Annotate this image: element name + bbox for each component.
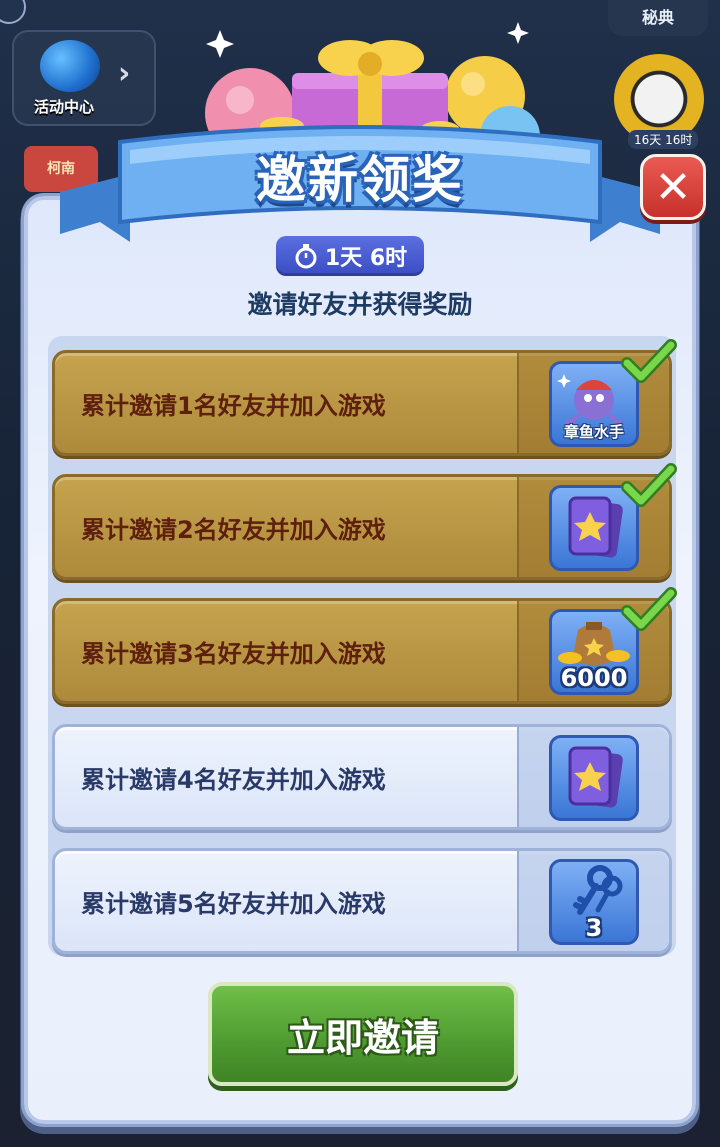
task-row-5: 累计邀请5名好友并加入游戏 3 [52,848,672,954]
task-row-3: 累计邀请3名好友并加入游戏 6000 [52,587,677,704]
blue-key-icon[interactable]: 3 [549,859,639,945]
check-icon [621,339,677,383]
close-button[interactable]: ✕ [640,154,706,220]
secret-button[interactable]: 秘典 [608,0,708,36]
task-row-2: 累计邀请2名好友并加入游戏 [52,463,677,580]
globe-icon [40,40,100,92]
reward-name: 章鱼水手 [563,423,624,441]
purple-star-card-icon[interactable] [549,735,639,821]
close-icon: ✕ [654,161,692,213]
invite-now-button[interactable]: 立即邀请 [208,982,518,1086]
reward-slot [517,727,669,827]
check-icon [621,463,677,507]
task-list: 累计邀请1名好友并加入游戏 章鱼水手 累计邀请2名好友并加入游戏 累计邀请3名好… [48,336,677,956]
corner-badge [0,0,26,24]
check-icon [621,587,677,631]
reward-slot: 章鱼水手 [517,339,677,453]
task-label: 累计邀请1名好友并加入游戏 [81,391,386,420]
reward-slot [517,463,677,577]
reward-slot: 3 [517,851,669,951]
reward-amount: 3 [585,914,603,942]
popup-subtitle: 邀请好友并获得奖励 [247,290,473,319]
activity-center-label: 活动中心 [34,98,95,116]
chevron-right-icon: › [118,56,131,91]
task-row-4: 累计邀请4名好友并加入游戏 [52,724,672,830]
stopwatch-icon [295,244,317,269]
popup-title: 邀新领奖 [256,151,464,209]
task-label: 累计邀请5名好友并加入游戏 [81,889,386,918]
reward-slot: 6000 [517,587,677,701]
timer-text: 1天 6时 [324,246,408,271]
countdown-timer: 1天 6时 [276,236,424,276]
task-label: 累计邀请4名好友并加入游戏 [81,765,386,794]
activity-center-button[interactable] [12,30,156,126]
task-label: 累计邀请2名好友并加入游戏 [81,515,386,544]
task-row-1: 累计邀请1名好友并加入游戏 章鱼水手 [52,339,677,456]
reward-amount: 6000 [560,664,628,692]
task-label: 累计邀请3名好友并加入游戏 [81,639,386,668]
